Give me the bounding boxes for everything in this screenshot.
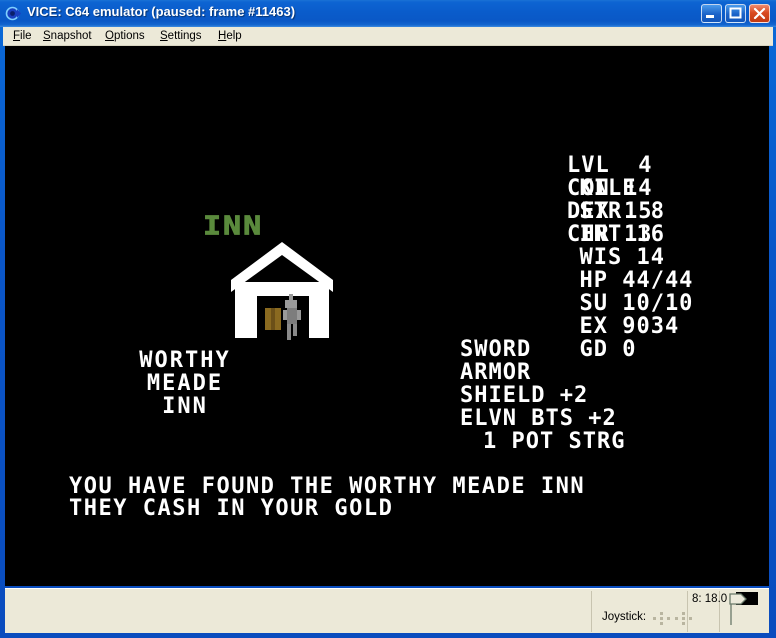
drive-speed-indicator: 8: 18.0 bbox=[692, 593, 728, 605]
stat-dex: DEX 15 bbox=[567, 200, 653, 223]
vice-emulator-window: VICE: C64 emulator (paused: frame #11463… bbox=[0, 0, 776, 638]
stat-row-wis-chr: WIS 14 CHR 13 bbox=[437, 223, 693, 269]
stat-row-ex: EX 9034 bbox=[437, 292, 693, 338]
joystick-port-2-icon[interactable] bbox=[675, 612, 692, 625]
stat-level: LVL 4 bbox=[567, 154, 653, 177]
inventory-item-sword: SWORD bbox=[460, 337, 532, 362]
menu-accel-file: F bbox=[13, 30, 21, 42]
stat-con: CON 14 bbox=[567, 177, 653, 200]
menu-item-options[interactable]: Options bbox=[100, 29, 150, 43]
menu-label-file: ile bbox=[20, 30, 32, 42]
dex-label: DEX bbox=[567, 199, 610, 224]
stat-row-su: SU 10/10 bbox=[437, 269, 693, 315]
menu-label-snapshot: napshot bbox=[50, 30, 92, 42]
menu-item-file[interactable]: File bbox=[8, 29, 37, 43]
inventory-item-armor: ARMOR bbox=[460, 360, 532, 385]
menu-item-help[interactable]: Help bbox=[213, 29, 247, 43]
menu-item-settings[interactable]: Settings bbox=[155, 29, 207, 43]
window-title: VICE: C64 emulator (paused: frame #11463… bbox=[27, 4, 296, 19]
maximize-button[interactable] bbox=[725, 4, 746, 23]
joystick-port-1-icon[interactable] bbox=[653, 612, 670, 625]
stat-row-str-con: STR 8 CON 14 bbox=[437, 177, 693, 223]
menu-item-snapshot[interactable]: Snapshot bbox=[38, 29, 97, 43]
con-value: 14 bbox=[624, 176, 653, 201]
c64-display: INN WORTHY MEADE INN KILE LVL 4 STR 8 CO… bbox=[5, 46, 769, 586]
inventory-item-shield: SHIELD +2 bbox=[460, 383, 589, 408]
inn-name-label: WORTHY MEADE INN bbox=[115, 349, 255, 418]
inn-name-line-2: MEADE bbox=[146, 371, 224, 396]
game-message-area: YOU HAVE FOUND THE WORTHY MEADE INN THEY… bbox=[69, 476, 585, 520]
joystick-label: Joystick: bbox=[602, 611, 647, 623]
con-label: CON bbox=[567, 176, 610, 201]
vice-app-icon bbox=[5, 5, 22, 22]
message-line-2: THEY CASH IN YOUR GOLD bbox=[69, 496, 394, 521]
level-label: LVL bbox=[567, 153, 610, 178]
character-stats-panel: KILE LVL 4 STR 8 CON 14 INT 16 DEX 15 WI… bbox=[437, 154, 693, 453]
title-bar: VICE: C64 emulator (paused: frame #11463… bbox=[0, 0, 776, 27]
close-button[interactable] bbox=[749, 4, 770, 23]
stat-chr: CHR 13 bbox=[567, 223, 653, 246]
status-bar: Joystick: 8: 18.0 bbox=[5, 588, 769, 633]
menu-accel-snapshot: S bbox=[43, 30, 51, 42]
inn-house-graphic bbox=[231, 242, 333, 342]
menu-label-settings: ettings bbox=[167, 30, 202, 42]
menu-bar: File Snapshot Options Settings Help bbox=[3, 27, 773, 46]
inventory-item-potion: 1 POT STRG bbox=[483, 429, 626, 454]
menu-label-options: ptions bbox=[113, 30, 145, 42]
level-value: 4 bbox=[638, 153, 653, 178]
emulator-screen[interactable]: INN WORTHY MEADE INN KILE LVL 4 STR 8 CO… bbox=[5, 46, 769, 586]
inventory-item-boots: ELVN BTS +2 bbox=[460, 406, 617, 431]
inn-sign-graphic: INN bbox=[202, 211, 264, 242]
inn-name-line-1: WORTHY bbox=[139, 348, 231, 373]
stat-row-hp: HP 44/44 bbox=[437, 246, 693, 292]
stat-row-gd: GD 0 bbox=[437, 315, 693, 361]
menu-accel-options: O bbox=[105, 30, 114, 42]
dex-value: 15 bbox=[624, 199, 653, 224]
menu-accel-settings: S bbox=[160, 30, 168, 42]
stat-row-int-dex: INT 16 DEX 15 bbox=[437, 200, 693, 246]
chr-label: CHR bbox=[567, 222, 610, 247]
message-line-1: YOU HAVE FOUND THE WORTHY MEADE INN bbox=[69, 474, 586, 499]
minimize-button[interactable] bbox=[701, 4, 722, 23]
stat-row-name: KILE LVL 4 bbox=[437, 154, 693, 200]
chr-value: 13 bbox=[624, 222, 653, 247]
tape-drive-icon[interactable] bbox=[724, 591, 768, 632]
inn-name-line-3: INN bbox=[162, 394, 208, 419]
menu-label-help: elp bbox=[226, 30, 242, 42]
